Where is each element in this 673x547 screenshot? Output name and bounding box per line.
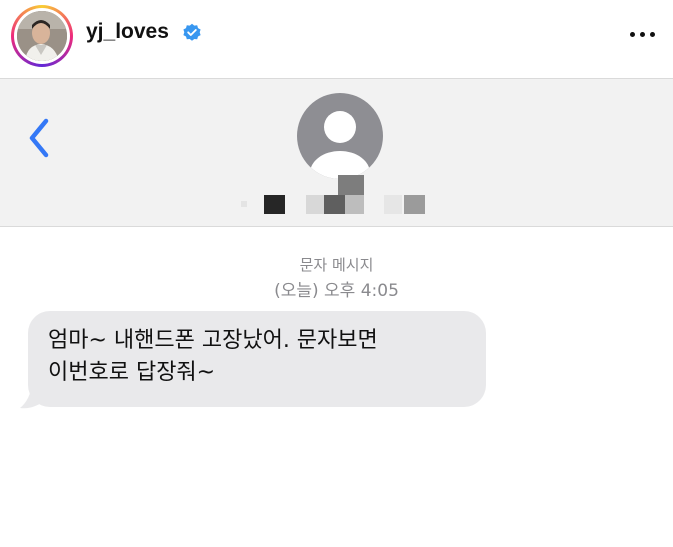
message-text-line: 엄마~ 내핸드폰 고장났어. 문자보면 — [48, 328, 378, 353]
profile-photo — [17, 11, 67, 61]
person-silhouette-icon[interactable] — [297, 93, 383, 179]
message-text-line: 이번호로 답장줘~ — [48, 360, 216, 385]
chevron-left-icon[interactable] — [26, 117, 56, 159]
message-timestamp: (오늘) 오후 4:05 — [274, 281, 399, 301]
more-options-icon[interactable] — [628, 22, 658, 46]
incoming-message-bubble[interactable]: 엄마~ 내핸드폰 고장났어. 문자보면 이번호로 답장줘~ — [28, 311, 486, 407]
post-username[interactable]: yj_loves — [86, 20, 169, 44]
verified-badge-icon — [183, 23, 201, 41]
message-type-label: 문자 메시지 — [299, 256, 374, 274]
post-header: yj_loves — [0, 0, 673, 78]
profile-avatar[interactable] — [11, 5, 73, 67]
sms-conversation-header — [0, 78, 673, 227]
profile-photo-illustration — [17, 11, 67, 61]
